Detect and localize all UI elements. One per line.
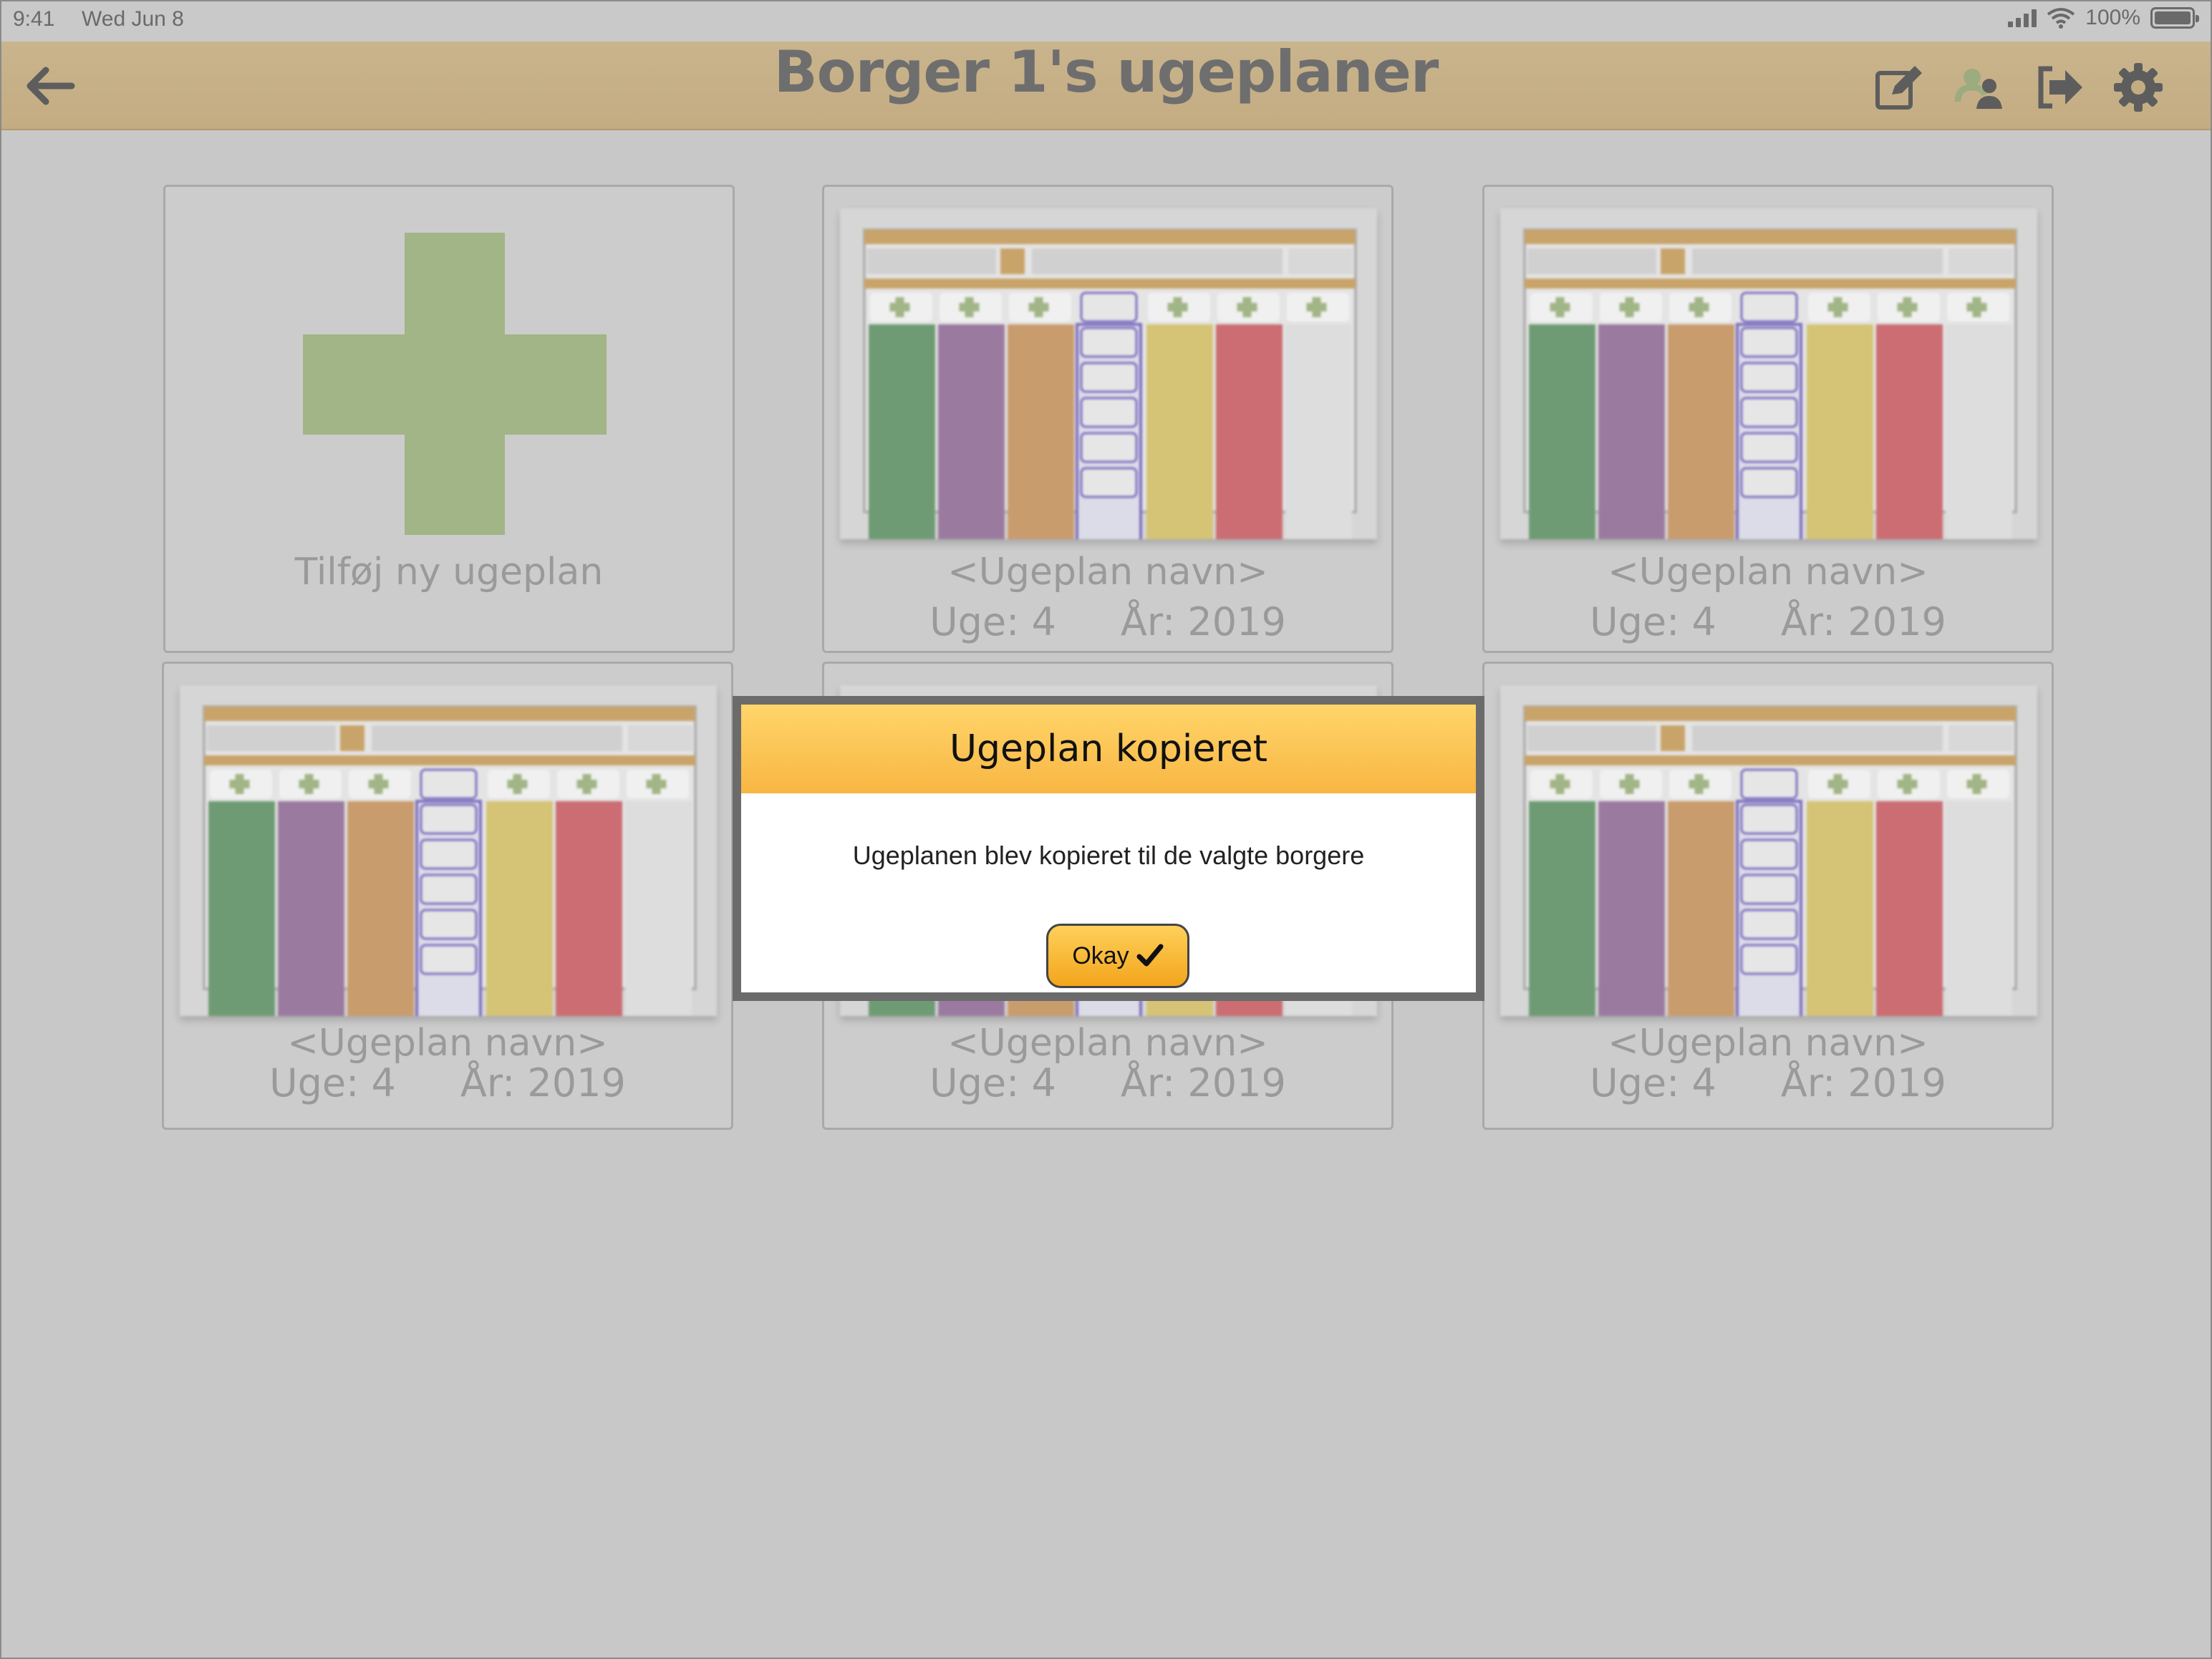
- weekplan-year: År: 2019: [1780, 1060, 1946, 1106]
- logout-icon[interactable]: [2034, 62, 2085, 113]
- weekplan-card[interactable]: <Ugeplan navn> Uge: 4 År: 2019: [162, 662, 733, 1130]
- okay-button-label: Okay: [1072, 942, 1129, 969]
- weekplan-week: Uge: 4: [929, 599, 1056, 644]
- weekplan-meta: Uge: 4 År: 2019: [164, 1060, 731, 1106]
- wifi-icon: [2047, 8, 2075, 29]
- weekplan-year: År: 2019: [1120, 599, 1286, 644]
- status-bar: 9:41 Wed Jun 8 100%: [1, 1, 2211, 42]
- weekplan-name: <Ugeplan navn>: [947, 1022, 1268, 1065]
- weekplan-thumbnail: [1500, 685, 2037, 1016]
- weekplan-name: <Ugeplan navn>: [287, 1022, 608, 1065]
- weekplan-thumbnail: [840, 208, 1377, 539]
- status-date: Wed Jun 8: [82, 7, 184, 31]
- checkmark-icon: [1136, 944, 1164, 967]
- weekplan-year: År: 2019: [460, 1060, 626, 1106]
- copy-to-users-icon[interactable]: [1953, 62, 2005, 113]
- cellular-signal-icon: [2008, 9, 2037, 27]
- add-weekplan-label: Tilføj ny ugeplan: [294, 551, 604, 594]
- weekplan-year: År: 2019: [1120, 1060, 1286, 1106]
- weekplan-meta: Uge: 4 År: 2019: [824, 599, 1391, 644]
- weekplan-meta: Uge: 4 År: 2019: [1484, 1060, 2052, 1106]
- weekplan-name: <Ugeplan navn>: [1608, 551, 1928, 594]
- settings-gear-icon[interactable]: [2112, 62, 2164, 113]
- okay-button[interactable]: Okay: [1046, 924, 1189, 988]
- weekplan-year: År: 2019: [1780, 599, 1946, 644]
- weekplan-week: Uge: 4: [1590, 1060, 1716, 1106]
- weekplan-card[interactable]: <Ugeplan navn> Uge: 4 År: 2019: [1482, 662, 2054, 1130]
- status-right: 100%: [2008, 6, 2199, 30]
- weekplan-meta: Uge: 4 År: 2019: [824, 1060, 1391, 1106]
- battery-icon: [2150, 7, 2199, 29]
- weekplan-thumbnail: [180, 685, 717, 1016]
- add-weekplan-card[interactable]: Tilføj ny ugeplan: [163, 185, 735, 653]
- battery-percent: 100%: [2085, 6, 2140, 29]
- weekplan-week: Uge: 4: [269, 1060, 396, 1106]
- edit-icon[interactable]: [1873, 62, 1925, 113]
- dialog-title: Ugeplan kopieret: [949, 727, 1267, 770]
- weekplan-card[interactable]: <Ugeplan navn> Uge: 4 År: 2019: [822, 185, 1394, 653]
- weekplan-name: <Ugeplan navn>: [947, 551, 1268, 594]
- dialog-header: Ugeplan kopieret: [741, 705, 1476, 793]
- weekplan-meta: Uge: 4 År: 2019: [1484, 599, 2052, 644]
- status-time: 9:41: [13, 7, 55, 31]
- weekplan-thumbnail: [1500, 208, 2037, 539]
- weekplan-card[interactable]: <Ugeplan navn> Uge: 4 År: 2019: [1482, 185, 2054, 653]
- weekplan-week: Uge: 4: [1590, 599, 1716, 644]
- weekplan-name: <Ugeplan navn>: [1608, 1022, 1928, 1065]
- weekplan-week: Uge: 4: [929, 1060, 1056, 1106]
- app-header: Borger 1's ugeplaner: [1, 42, 2211, 130]
- dialog-message: Ugeplanen blev kopieret til de valgte bo…: [852, 841, 1365, 870]
- copied-dialog: Ugeplan kopieret Ugeplanen blev kopieret…: [733, 696, 1484, 1001]
